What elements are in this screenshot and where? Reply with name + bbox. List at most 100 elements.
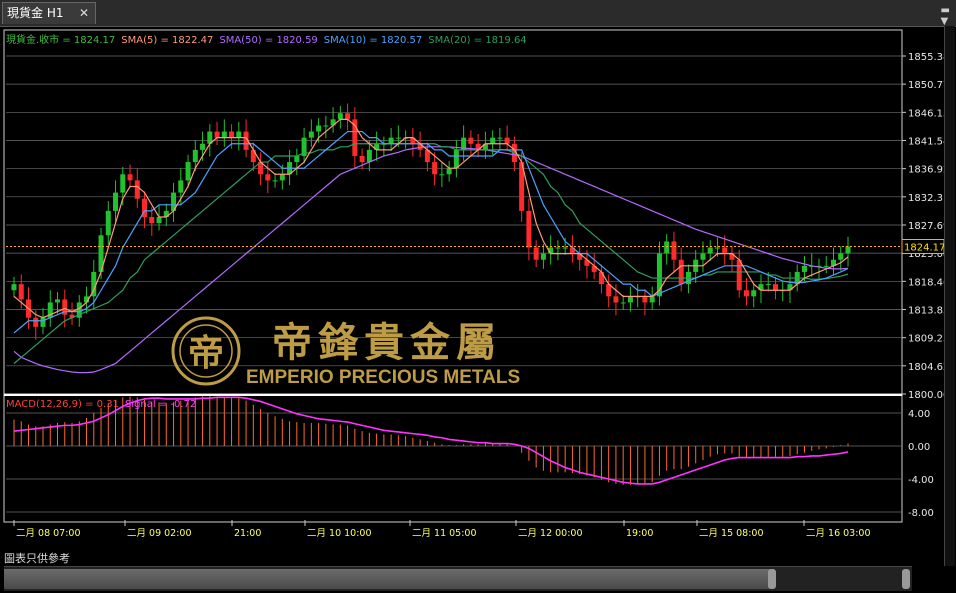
date-label: 二月 10 10:00 (307, 528, 372, 539)
scroll-handle-left[interactable] (768, 569, 776, 589)
candle-body (395, 137, 401, 139)
candle-body (678, 259, 684, 285)
candle-body (294, 155, 300, 163)
price-tick-label: 1809.23 (908, 334, 944, 345)
candle-body (468, 137, 474, 144)
candle-body (453, 149, 459, 169)
candle-body (192, 149, 198, 163)
candle-body (743, 290, 749, 297)
price-tick-label: 1804.62 (908, 362, 944, 373)
candle-body (214, 131, 220, 138)
candle-body (823, 265, 829, 267)
price-tick-label: 1836.92 (908, 165, 944, 176)
candle-body (497, 137, 503, 139)
candle-body (178, 180, 184, 193)
close-icon[interactable]: ✕ (79, 5, 89, 21)
candle-body (845, 246, 851, 254)
candle-body (105, 210, 111, 236)
candle-body (526, 210, 532, 248)
candle-body (323, 125, 329, 127)
chevron-down-icon[interactable]: ▬ ▼ (941, 5, 950, 27)
candle-body (113, 192, 119, 211)
price-tick-label: 1818.46 (908, 277, 944, 288)
tab-chart[interactable]: 現貨金 H1 ✕ (2, 2, 96, 24)
candle-body (316, 125, 322, 132)
macd-legend-entry: Signal = -0.72 (125, 399, 196, 410)
price-tick-label: 1850.77 (908, 80, 944, 91)
candle-body (751, 290, 757, 297)
candle-body (11, 284, 17, 291)
candle-body (149, 217, 155, 224)
logo-glyph: 帝 (188, 332, 224, 374)
candle-body (134, 180, 140, 199)
chart-area[interactable]: 1855.38 1850.77 1846.15 1841.54 1836.92 1832.… (0, 26, 944, 546)
candle-body (337, 113, 343, 120)
watermark-chinese: 帝鋒貴金屬 (272, 319, 502, 366)
date-label: 21:00 (234, 528, 261, 539)
candle-body (236, 131, 242, 138)
date-label: 二月 08 07:00 (16, 528, 81, 539)
candle-body (446, 168, 452, 175)
candle-body (120, 174, 126, 193)
macd-tick-label: -4.00 (908, 475, 934, 486)
date-label: 二月 16 03:00 (806, 528, 871, 539)
scroll-handle-right[interactable] (902, 569, 910, 589)
macd-tick-label: 0.00 (908, 442, 930, 453)
date-label: 二月 12 00:00 (518, 528, 583, 539)
candle-body (649, 296, 655, 303)
disclaimer-label: 圖表只供參考 (4, 552, 70, 565)
watermark-logo: 帝 帝鋒貴金屬EMPERIO PRECIOUS METALS (171, 316, 520, 388)
candle-body (308, 131, 314, 138)
legend-entry: SMA(20) = 1819.64 (428, 35, 526, 46)
candle-body (156, 217, 162, 224)
candle-body (540, 253, 546, 260)
macd-tick-label: 4.00 (908, 409, 930, 420)
vertical-scrollbar[interactable] (944, 26, 955, 566)
legend-entry: SMA(10) = 1820.57 (324, 35, 422, 46)
macd-signal-line (13, 396, 849, 485)
candle-body (714, 247, 720, 249)
candle-body (221, 131, 227, 138)
candle-body (439, 174, 445, 176)
date-label: 19:00 (626, 528, 653, 539)
candle-body (359, 155, 365, 163)
candle-body (671, 241, 677, 260)
price-tick-label: 1846.15 (908, 108, 944, 119)
candle-body (533, 247, 539, 260)
horizontal-scrollbar[interactable] (4, 566, 912, 591)
sma10-line (13, 130, 849, 334)
candle-body (55, 299, 61, 303)
tab-title: 現貨金 H1 (7, 6, 64, 20)
macd-tick-label: -8.00 (908, 508, 934, 519)
candle-body (200, 143, 206, 150)
candle-body (490, 137, 496, 144)
date-label: 二月 11 05:00 (412, 528, 477, 539)
watermark-english: EMPERIO PRECIOUS METALS (246, 367, 520, 388)
legend-entry: SMA(5) = 1822.47 (121, 35, 213, 46)
macd-legend-entry: MACD(12,26,9) = 0.31 (6, 399, 119, 410)
candle-body (229, 131, 235, 138)
price-tick-label: 1832.31 (908, 193, 944, 204)
tab-bar: 現貨金 H1 ✕ ▬ ▼ (0, 0, 956, 27)
candle-body (432, 162, 438, 175)
candle-body (765, 284, 771, 286)
candle-body (664, 241, 670, 254)
scroll-track[interactable] (4, 569, 770, 589)
candle-body (772, 284, 778, 291)
candle-body (722, 247, 728, 254)
legend-entry: 現貨金.收市 = 1824.17 (6, 33, 115, 46)
legend-entry: SMA(50) = 1820.59 (219, 35, 317, 46)
current-price-label: 1824.17 (904, 242, 944, 253)
candle-body (127, 174, 133, 181)
candle-body (272, 180, 278, 182)
candle-body (562, 247, 568, 249)
price-tick-label: 1855.38 (908, 52, 944, 63)
candle-body (613, 296, 619, 303)
candle-body (33, 317, 39, 327)
date-label: 二月 15 08:00 (699, 528, 764, 539)
candles (11, 103, 851, 340)
candle-body (388, 137, 394, 144)
sma5-line (13, 118, 849, 319)
candle-body (18, 284, 24, 300)
candle-body (345, 113, 351, 120)
